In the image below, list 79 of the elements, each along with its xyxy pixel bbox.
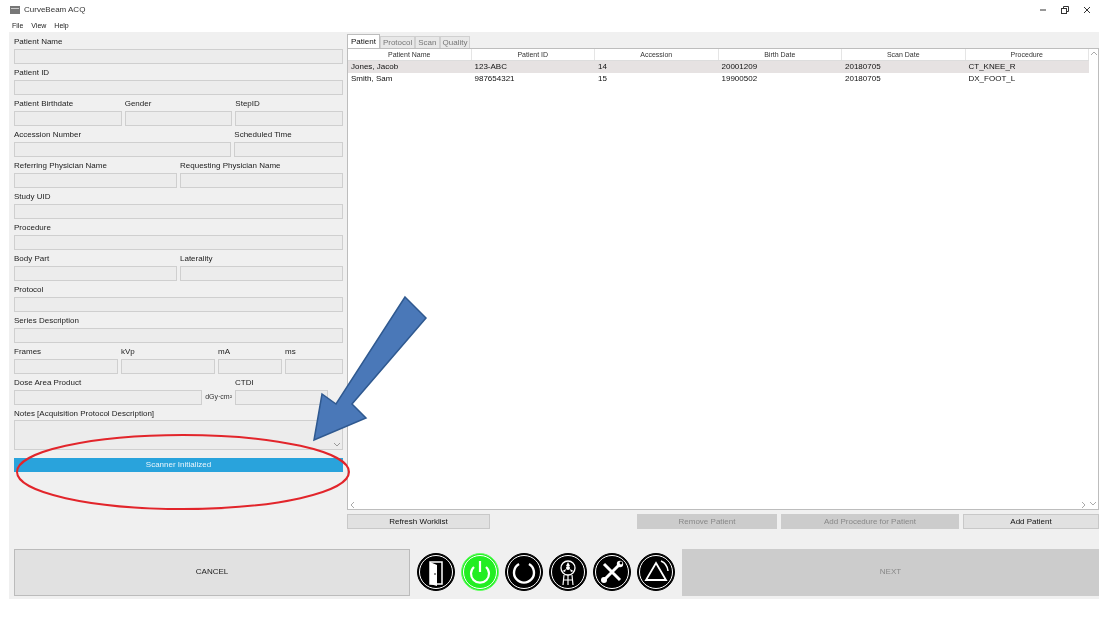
tab[interactable]: Protocol: [379, 36, 416, 48]
tab[interactable]: Quality: [439, 36, 471, 48]
table-cell-text: 19900502: [720, 73, 759, 85]
table-cell-text: DX_FOOT_L: [967, 73, 1017, 85]
field-label: Patient Birthdate: [14, 98, 75, 110]
table-cell-text: Jones, Jacob: [350, 61, 400, 73]
input-field[interactable]: [285, 359, 343, 374]
field-label: Series Description: [14, 315, 80, 327]
field-label: ms: [285, 346, 297, 358]
table-cell-text: 123-ABC: [473, 61, 508, 73]
restore-icon[interactable]: [1061, 6, 1069, 14]
field-label: Procedure: [14, 222, 52, 234]
input-field[interactable]: [14, 173, 177, 188]
field-label: Referring Physician Name: [14, 160, 108, 172]
scroll-up-icon[interactable]: [1090, 51, 1097, 55]
notes-field[interactable]: [14, 420, 343, 450]
input-field[interactable]: [14, 390, 203, 405]
window-title: CurveBeam ACQ: [24, 4, 86, 16]
close-icon[interactable]: [1083, 6, 1091, 14]
status-bar: Scanner Initialized: [14, 458, 343, 472]
input-field[interactable]: [14, 359, 118, 374]
input-field[interactable]: [14, 142, 232, 157]
input-field[interactable]: [235, 390, 328, 405]
input-field[interactable]: [14, 328, 343, 343]
input-field[interactable]: [14, 49, 343, 64]
field-label: Study UID: [14, 191, 52, 203]
input-field[interactable]: [180, 173, 343, 188]
field-label: kVp: [121, 346, 136, 358]
field-label: Patient Name: [14, 36, 64, 48]
worklist-button[interactable]: Add Patient: [963, 514, 1099, 529]
field-label: Accession Number: [14, 129, 83, 141]
input-field[interactable]: [14, 111, 122, 126]
tube-icon[interactable]: [548, 552, 588, 592]
tools-icon[interactable]: [592, 552, 632, 592]
field-label: Frames: [14, 346, 43, 358]
field-label: Protocol: [14, 284, 45, 296]
app-icon: [10, 6, 20, 14]
table-cell-text: 20180705: [844, 73, 882, 85]
minimize-icon[interactable]: [1039, 6, 1047, 14]
input-field[interactable]: [218, 359, 282, 374]
table-cell-text: Smith, Sam: [350, 73, 394, 85]
table-cell-text: 14: [597, 61, 608, 73]
field-label: Scheduled Time: [234, 129, 293, 141]
table-cell-text: CT_KNEE_R: [967, 61, 1017, 73]
tab[interactable]: Patient: [347, 34, 380, 48]
field-label: mA: [218, 346, 231, 358]
input-field[interactable]: [14, 235, 343, 250]
input-field[interactable]: [180, 266, 343, 281]
input-field[interactable]: [234, 142, 343, 157]
field-label: Requesting Physician Name: [180, 160, 282, 172]
input-field[interactable]: [14, 80, 343, 95]
door-icon[interactable]: [416, 552, 456, 592]
table-row[interactable]: Jones, Jacob 123-ABC 14 20001209 20180705 CT_KNEE_R: [348, 61, 1089, 73]
input-field[interactable]: [124, 111, 233, 126]
tab[interactable]: Scan: [415, 36, 440, 48]
input-field[interactable]: [14, 204, 343, 219]
field-label: Dose Area Product: [14, 377, 83, 389]
field-label: CTDI: [235, 377, 255, 389]
worklist-button[interactable]: Refresh Worklist: [347, 514, 490, 529]
field-label: StepID: [235, 98, 261, 110]
scroll-left-icon[interactable]: [350, 501, 354, 508]
scroll-down-icon[interactable]: [1090, 501, 1096, 506]
field-label: Notes [Acquisition Protocol Description]: [14, 408, 156, 420]
table-cell-text: 20001209: [720, 61, 759, 73]
ring-icon[interactable]: [504, 552, 544, 592]
field-label: Body Part: [14, 253, 51, 265]
table-cell-text: 20180705: [844, 61, 882, 73]
warning-icon[interactable]: [636, 552, 676, 592]
input-field[interactable]: [14, 297, 343, 312]
table-cell-text: 987654321: [473, 73, 516, 85]
scroll-right-icon[interactable]: [1082, 501, 1086, 508]
table-cell-text: 15: [597, 73, 608, 85]
field-label: Gender: [124, 98, 153, 110]
input-field[interactable]: [121, 359, 215, 374]
cancel-button[interactable]: CANCEL: [14, 548, 410, 596]
field-label: Patient ID: [14, 67, 51, 79]
field-label: Laterality: [180, 253, 214, 265]
input-field[interactable]: [14, 266, 177, 281]
input-field[interactable]: [235, 111, 343, 126]
